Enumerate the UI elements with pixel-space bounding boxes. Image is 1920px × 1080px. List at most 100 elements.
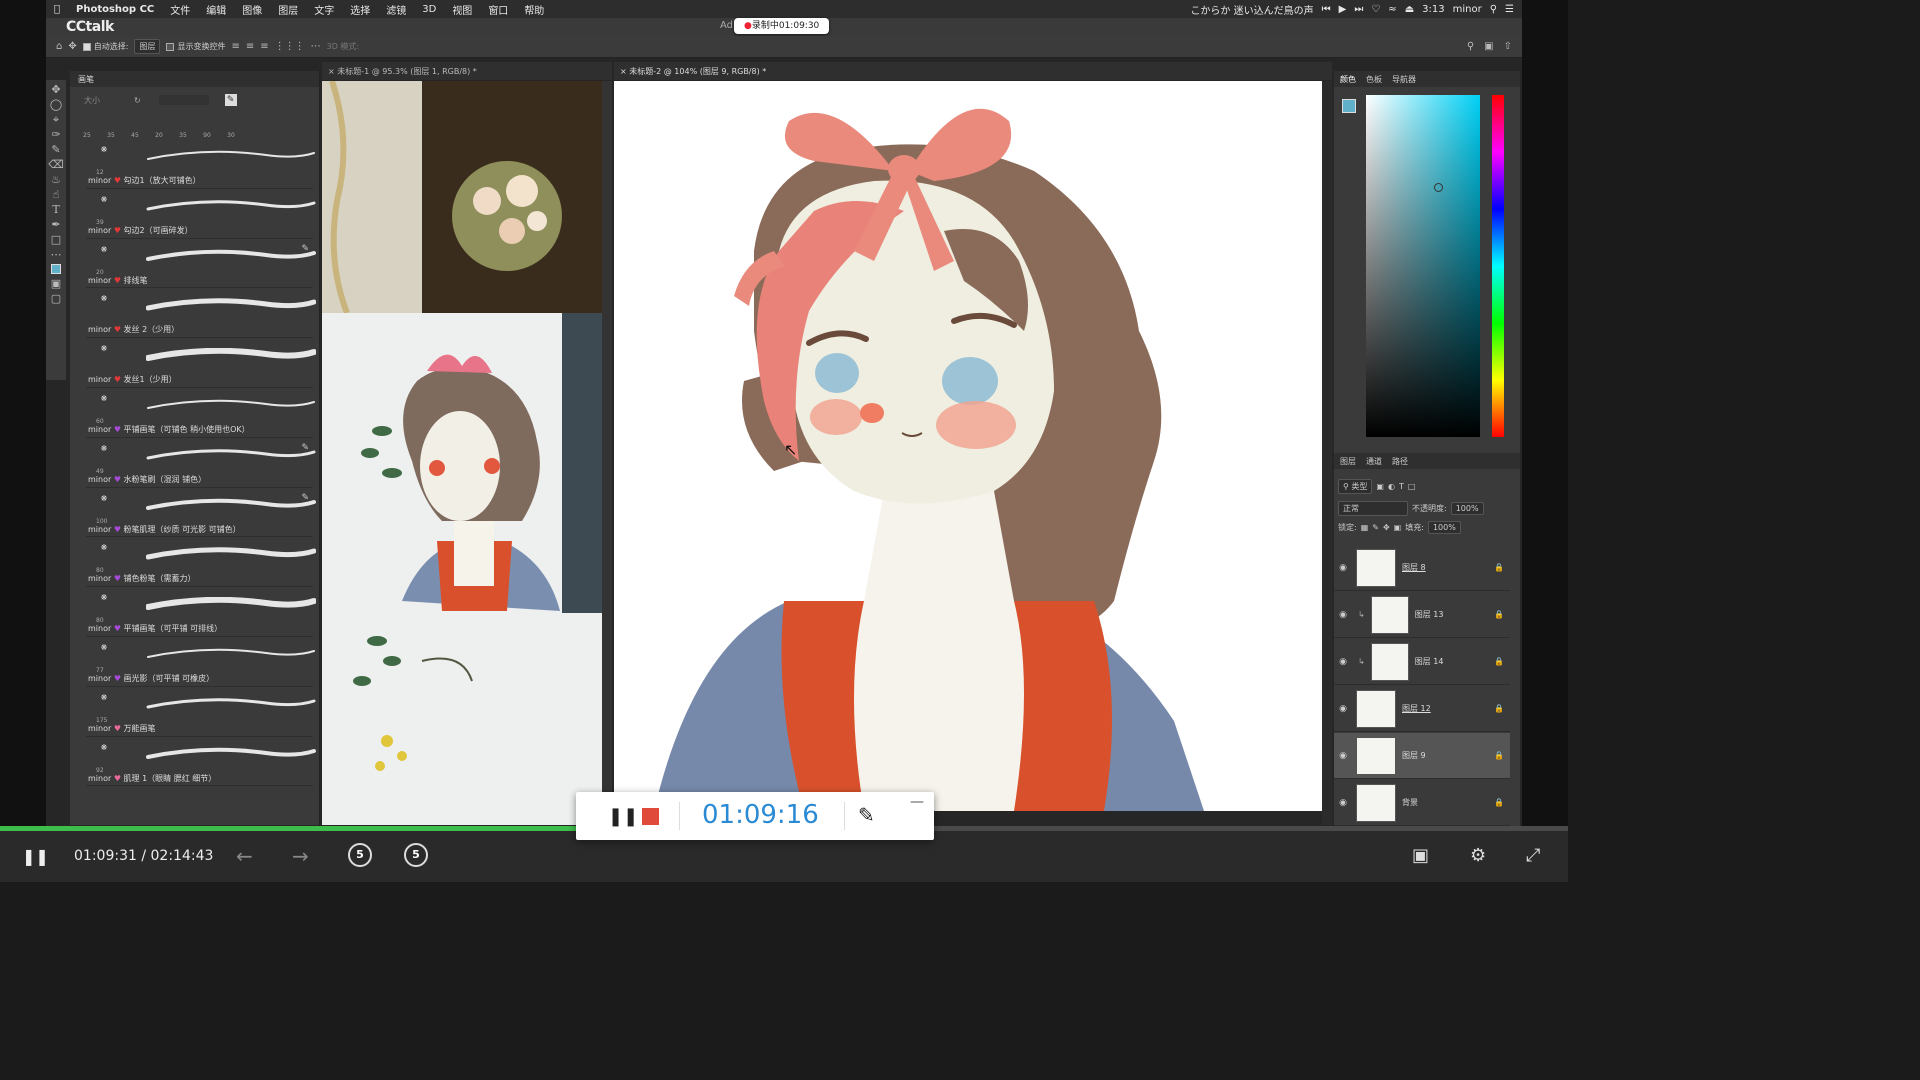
menu-layer[interactable]: 图层	[270, 2, 306, 17]
eyedropper-icon[interactable]: ✑	[51, 129, 60, 140]
filter-pixel-icon[interactable]: ▣	[1376, 482, 1384, 491]
layer-row[interactable]: ◉ 图层 8 🔒	[1334, 545, 1510, 591]
reset-icon[interactable]: ↻	[134, 96, 141, 105]
hue-slider[interactable]	[1492, 95, 1504, 437]
brush-edit-icon[interactable]: ✎	[301, 443, 309, 453]
visibility-eye-icon[interactable]: ◉	[1334, 704, 1352, 714]
menu-help[interactable]: 帮助	[516, 2, 552, 17]
show-transform-checkbox[interactable]: 显示变换控件	[166, 41, 225, 52]
document-tab-main[interactable]: × 未标题-2 @ 104% (图层 9, RGB/8) *	[614, 62, 1332, 80]
menu-type[interactable]: 文字	[306, 2, 342, 17]
brush-edit-icon[interactable]: ✎	[301, 244, 309, 254]
foreground-color-swatch[interactable]	[51, 264, 61, 274]
distribute-icon[interactable]: ⋮⋮⋮	[275, 41, 305, 52]
brush-panel-tab[interactable]: 画笔	[70, 71, 319, 87]
settings-gear-icon[interactable]: ⚙	[1470, 845, 1486, 866]
wifi-icon[interactable]: ≈	[1388, 4, 1396, 15]
tab-swatches[interactable]: 色板	[1366, 74, 1382, 84]
move-tool-icon[interactable]: ✥	[68, 41, 76, 52]
pause-icon[interactable]: ❚❚	[22, 847, 49, 866]
brush-preset-item[interactable]: ❋ 20 minor ♥ 排线笔 ✎	[86, 239, 316, 289]
menubar-user[interactable]: minor	[1453, 4, 1482, 15]
brush-preset-item[interactable]: ❋ 92 minor ♥ 肌理 1（眼睛 腮红 细节）	[86, 737, 316, 787]
lasso-icon[interactable]: ◯	[50, 99, 62, 110]
main-canvas[interactable]	[614, 81, 1322, 811]
size-slider[interactable]	[158, 95, 209, 105]
recorder-pause-icon[interactable]: ❚❚	[608, 806, 638, 827]
filter-shape-icon[interactable]: □	[1408, 482, 1416, 491]
opacity-input[interactable]: 100%	[1450, 502, 1484, 515]
main-canvas-scrollbar[interactable]	[1322, 81, 1332, 825]
preset-size[interactable]: 30	[224, 132, 238, 139]
brush-edit-icon[interactable]: ✎	[301, 493, 309, 503]
previous-arrow-icon[interactable]: ←	[236, 844, 253, 868]
brush-preset-item[interactable]: ❋ minor ♥ 发丝 2（少用）	[86, 288, 316, 339]
picture-in-picture-icon[interactable]: ▣	[1412, 845, 1429, 866]
brush-preset-item[interactable]: ❋ 77 minor ♥ 画光影（可平铺 可橡皮）	[86, 637, 315, 687]
heart-icon[interactable]: ♡	[1371, 4, 1380, 15]
tab-navigator[interactable]: 导航器	[1392, 74, 1416, 84]
brush-preset-item[interactable]: ❋ 175 minor ♥ 万能画笔	[86, 687, 316, 737]
annotate-brush-icon[interactable]: ✎	[858, 803, 875, 827]
fg-bg-swatch[interactable]	[1342, 99, 1356, 113]
brush-preset-item[interactable]: ❋ minor ♥ 发丝1（少用）	[86, 338, 316, 388]
brush-preset-item[interactable]: ❋ 80 minor ♥ 铺色粉笔（需蓄力）	[86, 537, 316, 588]
menu-view[interactable]: 视图	[444, 2, 480, 17]
layer-row[interactable]: ◉ 背景 🔒	[1334, 780, 1510, 826]
visibility-eye-icon[interactable]: ◉	[1334, 751, 1352, 761]
recorder-stop-icon[interactable]	[642, 808, 659, 825]
eject-icon[interactable]: ⏏	[1405, 4, 1414, 15]
auto-select-checkbox[interactable]: 自动选择:	[82, 41, 128, 52]
home-icon[interactable]: ⌂	[56, 41, 62, 52]
align-center-icon[interactable]: ≡	[246, 41, 254, 52]
brush-tool-icon[interactable]: ✎	[51, 144, 60, 155]
exit-fullscreen-icon[interactable]: ⤢	[1526, 845, 1540, 866]
preset-size[interactable]: 90	[200, 132, 214, 139]
brush-preset-item[interactable]: ❋ 60 minor ♥ 平铺画笔（可铺色 稍小使用也OK）	[86, 388, 315, 438]
blend-mode-dropdown[interactable]: 正常	[1338, 501, 1408, 516]
menu-file[interactable]: 文件	[162, 2, 198, 17]
share-icon[interactable]: ⇧	[1504, 41, 1512, 52]
reference-scrollbar[interactable]	[602, 81, 612, 825]
brush-preset-item[interactable]: ❋ 100 minor ♥ 粉笔肌理（纱质 可光影 可铺色） ✎	[86, 488, 316, 538]
visibility-eye-icon[interactable]: ◉	[1334, 610, 1352, 620]
brush-preset-item[interactable]: ❋ 49 minor ♥ 水粉笔刷（湿润 铺色） ✎	[86, 438, 316, 488]
preset-size[interactable]: 20	[152, 132, 166, 139]
menu-window[interactable]: 窗口	[480, 2, 516, 17]
align-right-icon[interactable]: ≡	[260, 41, 268, 52]
screen-mode-icon[interactable]: ▢	[51, 293, 61, 304]
layer-filter-dropdown[interactable]: ⚲ 类型	[1338, 479, 1373, 494]
filter-type-icon[interactable]: T	[1399, 482, 1404, 491]
document-tab-reference[interactable]: × 未标题-1 @ 95.3% (图层 1, RGB/8) *	[322, 62, 612, 80]
workspace-icon[interactable]: ▣	[1484, 41, 1493, 52]
search-icon[interactable]: ⚲	[1467, 41, 1474, 52]
layer-row[interactable]: ◉ 图层 9 🔒	[1334, 733, 1510, 779]
layer-row[interactable]: ◉ 图层 12 🔒	[1334, 686, 1510, 732]
color-picker-field[interactable]	[1366, 95, 1480, 437]
lock-transparency-icon[interactable]: ▦	[1361, 523, 1369, 532]
eraser-icon[interactable]: ⌫	[48, 159, 64, 170]
tab-color[interactable]: 颜色	[1340, 74, 1356, 84]
quick-mask-icon[interactable]: ▣	[51, 278, 61, 289]
menu-select[interactable]: 选择	[342, 2, 378, 17]
tab-layers[interactable]: 图层	[1340, 456, 1356, 466]
notification-list-icon[interactable]: ☰	[1505, 4, 1514, 15]
apple-icon[interactable]: 	[46, 4, 68, 15]
minimize-icon[interactable]: —	[910, 794, 924, 810]
reference-canvas[interactable]	[322, 81, 602, 825]
app-name[interactable]: Photoshop CC	[68, 4, 162, 15]
fill-input[interactable]: 100%	[1427, 521, 1461, 534]
spotlight-search-icon[interactable]: ⚲	[1490, 4, 1497, 15]
visibility-eye-icon[interactable]: ◉	[1334, 657, 1352, 667]
smudge-icon[interactable]: ☝	[53, 189, 60, 200]
new-brush-icon[interactable]: ✎	[224, 94, 237, 106]
skip-forward-button[interactable]: 5	[404, 843, 428, 867]
next-track-icon[interactable]: ⏭	[1354, 4, 1363, 15]
layer-row[interactable]: ◉ ↳ 图层 14 🔒	[1334, 639, 1510, 685]
paint-bucket-icon[interactable]: ♨	[51, 174, 61, 185]
tab-paths[interactable]: 路径	[1392, 456, 1408, 466]
menubar-clock[interactable]: 3:13	[1422, 4, 1444, 15]
skip-back-button[interactable]: 5	[348, 843, 372, 867]
brush-preset-item[interactable]: ❋ 80 minor ♥ 平铺画笔（可平铺 可排线）	[86, 587, 316, 637]
filter-adjust-icon[interactable]: ◐	[1388, 482, 1395, 491]
